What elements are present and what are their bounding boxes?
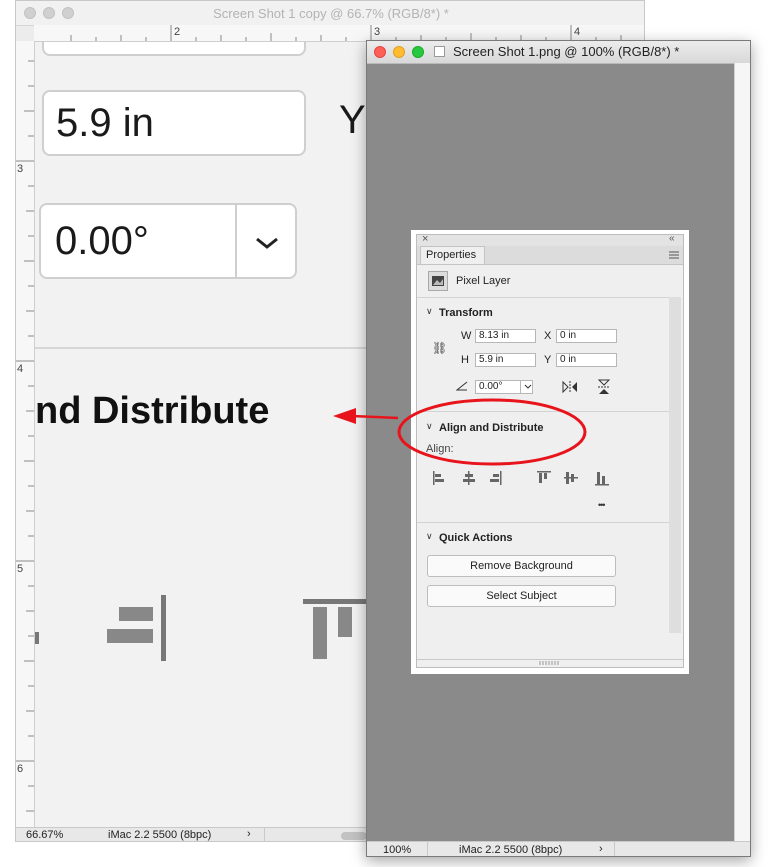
more-options-icon[interactable]: ••• [598,500,606,510]
y-field[interactable]: 0 in [556,353,617,367]
zoomed-y-label: Y [339,98,366,142]
panel-header-bar[interactable]: × « [417,233,683,246]
panel-tab-bar: Properties [417,246,683,265]
section-divider [417,297,669,298]
zoomed-angle-value: 0.00° [55,219,149,263]
vertical-scrollbar[interactable] [734,63,750,841]
width-field[interactable]: 8.13 in [475,329,536,343]
select-subject-button[interactable]: Select Subject [427,585,616,607]
close-icon[interactable] [374,46,386,58]
document-icon [434,46,445,57]
horizontal-scrollbar-thumb[interactable] [341,832,367,840]
status-divider [614,842,615,856]
front-title-bar[interactable]: Screen Shot 1.png @ 100% (RGB/8*) * [367,41,750,64]
ruler-label: 5 [17,563,24,575]
properties-panel: × « Properties Pixel Layer ∨ Transform W… [416,233,684,668]
layer-type-label: Pixel Layer [456,275,511,287]
front-status-bar: 100% iMac 2.2 5500 (8bpc) › [367,841,750,856]
x-label: X [544,330,552,342]
link-icon[interactable]: ⛓ [432,341,447,355]
front-zoom-level[interactable]: 100% [383,844,411,856]
quick-actions-section-title[interactable]: Quick Actions [439,532,513,544]
ruler-label: 4 [17,363,24,375]
flip-vertical-icon[interactable] [597,379,611,395]
tab-properties-label: Properties [426,249,477,261]
ruler-label: 6 [17,763,24,775]
chevron-down-icon[interactable]: ∨ [426,421,433,432]
remove-background-button[interactable]: Remove Background [427,555,616,577]
align-section-title[interactable]: Align and Distribute [439,422,544,434]
chevron-down-icon [256,237,278,249]
ruler-ticks [16,60,34,812]
back-title-bar[interactable]: Screen Shot 1 copy @ 66.7% (RGB/8*) * [16,1,644,26]
zoomed-angle-field: 0.00° [39,203,297,279]
chevron-down-icon[interactable]: ∨ [426,531,433,542]
minimize-icon[interactable] [393,46,405,58]
zoomed-height-field: 5.9 in [42,90,306,156]
status-arrow-icon[interactable]: › [599,843,603,855]
flip-horizontal-icon[interactable] [562,380,578,394]
angle-icon [456,381,468,391]
zoomed-field-top [42,42,306,56]
front-window-title: Screen Shot 1.png @ 100% (RGB/8*) * [453,44,680,59]
zoomed-height-value: 5.9 in [56,101,154,145]
angle-dropdown[interactable] [520,380,533,394]
dropdown-separator [235,205,237,277]
collapse-panel-icon[interactable]: « [669,233,675,244]
panel-menu-icon[interactable] [669,251,679,259]
zoom-icon[interactable] [412,46,424,58]
ruler-label: 2 [174,26,181,38]
panel-scrollbar[interactable] [669,297,681,633]
status-arrow-icon[interactable]: › [247,828,251,840]
back-zoom-level[interactable]: 66.67% [26,829,63,841]
x-field[interactable]: 0 in [556,329,617,343]
section-divider [417,522,669,523]
grip-icon [539,661,559,665]
close-panel-icon[interactable]: × [422,233,428,245]
status-divider [264,828,265,841]
panel-resize-grip[interactable] [417,659,683,668]
zoomed-align-icons [35,595,393,661]
section-divider [417,411,669,412]
ruler-label: 3 [17,163,24,175]
transform-section-title[interactable]: Transform [439,307,493,319]
chevron-down-icon[interactable]: ∨ [426,306,433,317]
pixel-layer-icon [428,271,448,291]
align-label: Align: [426,443,454,455]
ruler-label: 4 [574,26,581,38]
status-divider [427,842,428,856]
tab-properties[interactable]: Properties [420,246,485,264]
front-color-profile[interactable]: iMac 2.2 5500 (8bpc) [459,844,562,856]
align-icons-row [433,471,609,486]
w-label: W [461,330,472,342]
vertical-ruler[interactable]: 3 4 5 6 [16,41,35,827]
back-window-title: Screen Shot 1 copy @ 66.7% (RGB/8*) * [213,6,449,21]
h-label: H [461,354,469,366]
zoomed-section-title: nd Distribute [35,390,270,432]
y-label: Y [544,354,552,366]
ruler-label: 3 [374,26,381,38]
chevron-down-icon [524,384,532,389]
height-field[interactable]: 5.9 in [475,353,536,367]
ruler-ticks [70,25,622,41]
back-color-profile[interactable]: iMac 2.2 5500 (8bpc) [108,829,211,841]
